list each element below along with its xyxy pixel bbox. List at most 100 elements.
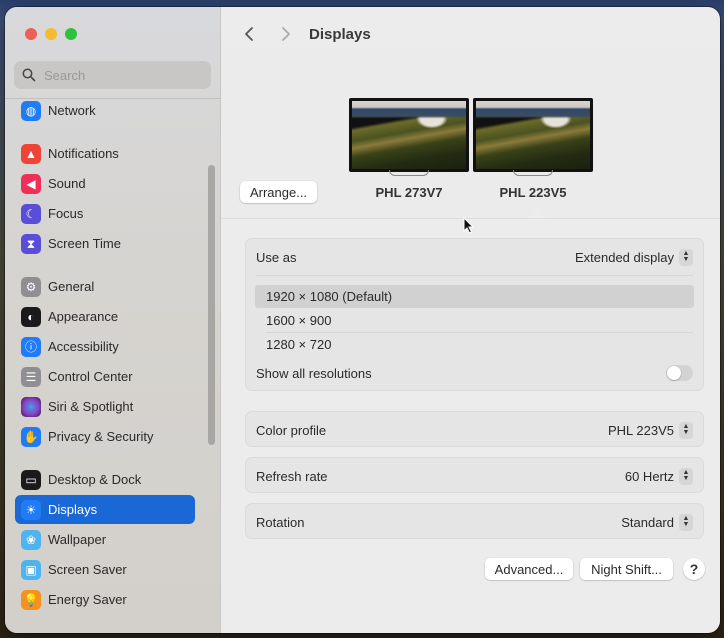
sidebar-item-label: Displays xyxy=(48,502,98,517)
monitor-thumbnail-1[interactable] xyxy=(349,98,469,176)
rotation-label: Rotation xyxy=(256,514,305,530)
mouse-cursor-icon xyxy=(463,217,475,234)
sidebar-item-label: General xyxy=(48,279,95,294)
chevron-left-icon xyxy=(245,27,253,41)
sidebar-item-appearance[interactable]: ◐ Appearance xyxy=(15,302,195,331)
toolbar: Displays xyxy=(221,23,720,45)
monitor-screen xyxy=(473,98,593,172)
accessibility-icon: ⓘ xyxy=(21,336,41,357)
color-profile-row: Color profile PHL 223V5 ▲ ▼ xyxy=(256,418,693,442)
system-settings-window: ◍ Network ▲ Notifications ◀ Sound ☾ Focu… xyxy=(5,7,720,633)
sidebar-item-label: Focus xyxy=(48,206,84,221)
screensaver-icon: ▣ xyxy=(21,559,41,580)
toggles-icon: ☰ xyxy=(21,366,41,387)
show-all-resolutions-row: Show all resolutions xyxy=(256,362,693,384)
sidebar-item-label: Siri & Spotlight xyxy=(48,399,134,414)
refresh-rate-label: Refresh rate xyxy=(256,468,328,484)
sidebar-item-label: Screen Time xyxy=(48,236,121,251)
color-profile-card: Color profile PHL 223V5 ▲ ▼ xyxy=(245,411,704,447)
use-as-label: Use as xyxy=(256,249,297,265)
monitor-name-1[interactable]: PHL 273V7 xyxy=(349,185,469,200)
sidebar-item-notifications[interactable]: ▲ Notifications xyxy=(15,139,195,168)
sidebar-item-screen-time[interactable]: ⧗ Screen Time xyxy=(15,229,195,258)
resolution-option[interactable]: 1280 × 720 xyxy=(255,333,694,356)
chevron-right-icon xyxy=(282,27,290,41)
refresh-rate-popup[interactable]: 60 Hertz ▲ ▼ xyxy=(624,467,693,485)
arrange-button[interactable]: Arrange... xyxy=(240,181,317,203)
monitor-stand xyxy=(389,170,429,176)
sidebar-item-label: Appearance xyxy=(48,309,119,324)
rotation-popup[interactable]: Standard ▲ ▼ xyxy=(621,513,693,531)
flower-icon: ❀ xyxy=(21,529,41,550)
toggle-knob xyxy=(667,366,681,380)
sidebar-item-label: Screen Saver xyxy=(48,562,127,577)
refresh-rate-row: Refresh rate 60 Hertz ▲ ▼ xyxy=(256,464,693,488)
rotation-row: Rotation Standard ▲ ▼ xyxy=(256,510,693,534)
sidebar-item-screen-saver[interactable]: ▣ Screen Saver xyxy=(15,555,195,584)
display-arrangement-area: Arrange... PHL 273V7 PHL 223V5 xyxy=(221,47,720,218)
color-profile-popup[interactable]: PHL 223V5 ▲ ▼ xyxy=(607,421,693,439)
sidebar-scrollbar[interactable] xyxy=(208,165,215,445)
minimize-button[interactable] xyxy=(45,28,57,40)
gear-icon: ⚙ xyxy=(21,276,41,297)
night-shift-button[interactable]: Night Shift... xyxy=(580,558,673,580)
bell-icon: ▲ xyxy=(21,143,41,164)
monitor-name-2[interactable]: PHL 223V5 xyxy=(473,185,593,200)
sidebar-item-displays[interactable]: ☀ Displays xyxy=(15,495,195,524)
sidebar-item-desktop-dock[interactable]: ▭ Desktop & Dock xyxy=(15,465,195,494)
sidebar-item-label: Network xyxy=(48,103,96,118)
show-all-resolutions-toggle[interactable] xyxy=(666,365,693,381)
dock-icon: ▭ xyxy=(21,469,41,490)
sidebar-item-network[interactable]: ◍ Network xyxy=(15,96,195,125)
speaker-icon: ◀ xyxy=(21,173,41,194)
forward-button[interactable] xyxy=(276,24,296,44)
sidebar-item-label: Accessibility xyxy=(48,339,119,354)
sidebar-item-focus[interactable]: ☾ Focus xyxy=(15,199,195,228)
sidebar-item-label: Desktop & Dock xyxy=(48,472,142,487)
wallpaper-preview xyxy=(352,101,466,169)
use-as-popup[interactable]: Extended display ▲ ▼ xyxy=(575,248,693,266)
refresh-rate-value: 60 Hertz xyxy=(624,468,674,484)
sidebar-item-wallpaper[interactable]: ❀ Wallpaper xyxy=(15,525,195,554)
sidebar-item-siri-spotlight[interactable]: Siri & Spotlight xyxy=(15,392,195,421)
advanced-button[interactable]: Advanced... xyxy=(485,558,573,580)
window-controls xyxy=(25,28,77,40)
sun-icon: ☀ xyxy=(21,499,41,520)
page-title: Displays xyxy=(309,25,371,43)
search-icon xyxy=(22,68,36,82)
sidebar-item-sound[interactable]: ◀ Sound xyxy=(15,169,195,198)
resolution-option[interactable]: 1600 × 900 xyxy=(255,309,694,332)
help-button[interactable]: ? xyxy=(683,558,705,580)
use-as-row: Use as Extended display ▲ ▼ xyxy=(256,245,693,269)
moon-icon: ☾ xyxy=(21,203,41,224)
color-profile-value: PHL 223V5 xyxy=(607,422,674,438)
hourglass-icon: ⧗ xyxy=(21,233,41,254)
resolution-option[interactable]: 1920 × 1080 (Default) xyxy=(255,285,694,308)
up-down-chevron-icon: ▲ ▼ xyxy=(679,513,693,531)
sidebar-item-energy-saver[interactable]: 💡 Energy Saver xyxy=(15,585,195,614)
siri-icon xyxy=(21,396,41,417)
show-all-resolutions-label: Show all resolutions xyxy=(256,365,372,381)
maximize-button[interactable] xyxy=(65,28,77,40)
back-button[interactable] xyxy=(239,24,259,44)
sidebar-item-label: Sound xyxy=(48,176,86,191)
divider xyxy=(256,275,693,276)
search-input[interactable] xyxy=(44,67,194,83)
up-down-chevron-icon: ▲ ▼ xyxy=(679,421,693,439)
appearance-icon: ◐ xyxy=(21,306,41,327)
sidebar-item-control-center[interactable]: ☰ Control Center xyxy=(15,362,195,391)
sidebar-item-label: Privacy & Security xyxy=(48,429,154,444)
search-field[interactable] xyxy=(14,61,211,89)
sidebar-item-label: Energy Saver xyxy=(48,592,127,607)
monitor-screen xyxy=(349,98,469,172)
sidebar-item-privacy-security[interactable]: ✋ Privacy & Security xyxy=(15,422,195,451)
sidebar-item-general[interactable]: ⚙ General xyxy=(15,272,195,301)
selected-display-indicator xyxy=(526,207,548,218)
monitor-thumbnail-2[interactable] xyxy=(473,98,593,176)
close-button[interactable] xyxy=(25,28,37,40)
refresh-rate-card: Refresh rate 60 Hertz ▲ ▼ xyxy=(245,457,704,493)
rotation-value: Standard xyxy=(621,514,674,530)
monitor-stand xyxy=(513,170,553,176)
up-down-chevron-icon: ▲ ▼ xyxy=(679,248,693,266)
sidebar-item-accessibility[interactable]: ⓘ Accessibility xyxy=(15,332,195,361)
